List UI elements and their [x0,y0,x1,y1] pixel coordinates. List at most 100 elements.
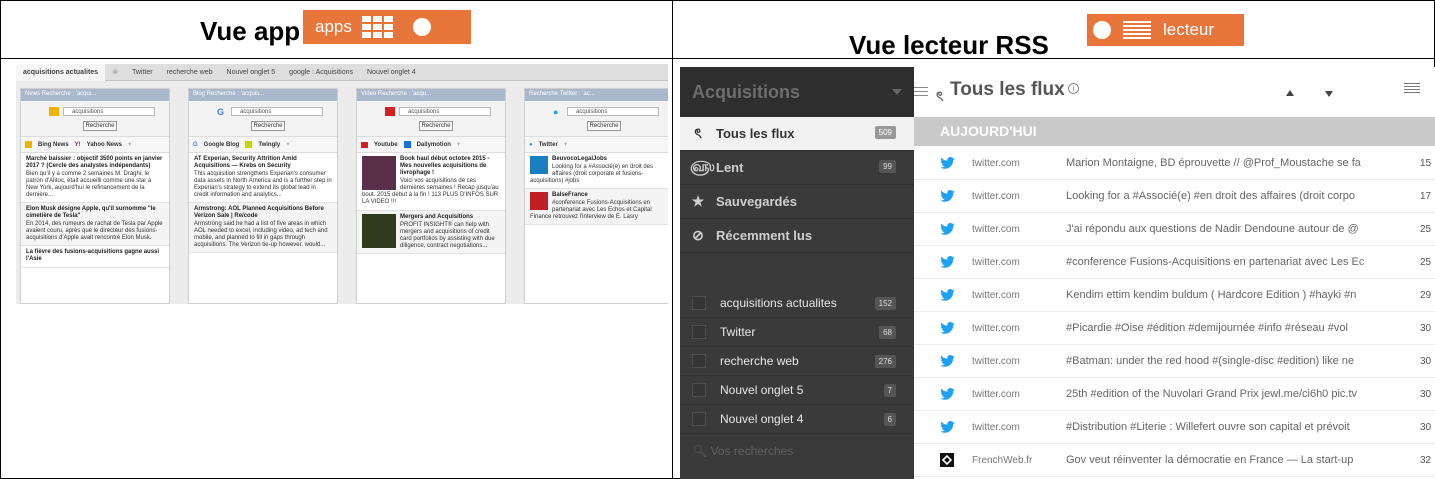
search-button[interactable]: Recherche [587,121,621,131]
twitter-bird-icon [940,223,955,235]
sidebar-feed[interactable]: recherche web 276 [680,347,914,376]
menu-handle-icon[interactable] [914,87,928,99]
feed-label: recherche web [720,354,799,368]
feed-checkbox[interactable] [692,325,706,339]
sidebar-item-saved[interactable]: ★ Sauvegardés [680,185,914,219]
sidebar-feed[interactable]: Nouvel onglet 4 6 [680,405,914,434]
feed-item[interactable]: FrenchWeb.fr Gov veut réinventer la démoc… [914,444,1435,477]
twitter-bird-icon [940,256,955,268]
feed-item[interactable]: twitter.com J'ai répondu aux questions de… [914,213,1435,246]
feed-label: Nouvel onglet 4 [720,412,804,426]
sidebar-item-slow[interactable]: ௵ Lent 99 [680,151,914,185]
next-item-icon[interactable] [1325,91,1333,97]
text-fade [1354,147,1416,179]
list-view-icon[interactable] [1404,83,1420,95]
source-tabs: Bing News Y! Yahoo News + [21,137,169,153]
search-input[interactable]: acquisitions [63,107,155,116]
search-input[interactable]: acquisitions [231,107,323,116]
add-source-icon[interactable]: + [128,142,132,148]
twitter-bird-icon [940,388,955,400]
feed-item[interactable]: twitter.com #Distribution #Literie : Will… [914,411,1435,444]
feed-item[interactable]: twitter.com 25th #edition of the Nuvolari… [914,378,1435,411]
feed-item[interactable]: twitter.com #Picardie #Oise #édition #dem… [914,312,1435,345]
video-thumbnail[interactable] [362,156,396,190]
list-item[interactable]: AT Experian, Security Attrition Amid Acq… [189,153,337,203]
sidebar-feed[interactable]: Twitter 68 [680,318,914,347]
rss-reader-screenshot: Acquisitions ৎ Tous les flux 509 ௵ Lent … [680,67,1435,479]
chevron-down-icon[interactable] [892,89,902,95]
list-item[interactable]: BeuvocoLegalJobs Looking for a #Associé(… [525,153,668,189]
lecteur-toggle: lecteur [1087,14,1244,46]
app-tab[interactable]: recherche web [160,69,220,76]
app-tab[interactable]: Nouvel onglet 4 [360,69,423,76]
source-tab[interactable]: Twingly [258,142,280,148]
item-source: twitter.com [972,421,1020,433]
feed-checkbox[interactable] [692,383,706,397]
feed-checkbox[interactable] [692,354,706,368]
search-button[interactable]: Recherche [251,121,285,131]
lecteur-label: lecteur [1163,20,1215,39]
dailymotion-icon [403,141,411,148]
source-tab[interactable]: Dailymotion [417,142,451,148]
toggle-dot-icon [412,18,431,36]
count-badge: 68 [879,326,896,339]
item-time: 30 [1420,388,1432,400]
list-item[interactable]: Armstrong: AOL Planned Acquisitions Befo… [189,203,337,253]
header-divider [0,58,1435,59]
sidebar-item-all-feeds[interactable]: ৎ Tous les flux 509 [680,117,914,151]
toggle-dot-icon [1093,21,1111,39]
feed-item[interactable]: twitter.com #Batman: under the red hood #… [914,345,1435,378]
sidebar-title[interactable]: Acquisitions [680,67,914,117]
list-item[interactable]: La fièvre des fusions-acquisitions gagne… [21,246,169,268]
list-item[interactable]: BalseFrance #conference Fusions-Acquisit… [525,189,668,225]
sidebar-item-recently-read[interactable]: ⊘ Récemment lus [680,219,914,253]
feed-item[interactable]: twitter.com Marion Montaigne, BD éprouvet… [914,147,1435,180]
item-body: This acquisition strengthens Experian's … [194,171,332,198]
search-placeholder: Vos recherches [710,444,794,458]
search-input[interactable]: acquisitions [567,107,659,116]
add-source-icon[interactable]: + [564,142,568,148]
list-item[interactable]: Book haul début octobre 2015 - Mes nouve… [357,153,505,211]
add-source-icon[interactable]: + [286,142,290,148]
app-tab-close-icon[interactable]: ⊗ [105,68,125,76]
search-input[interactable]: 🔍︎ Vos recherches [692,444,793,458]
search-button[interactable]: Recherche [419,121,453,131]
feed-item[interactable]: twitter.com #conference Fusions-Acquisiti… [914,246,1435,279]
item-time: 25 [1420,256,1432,268]
app-tab[interactable]: google : Acquisitions [282,69,360,76]
source-tab[interactable]: Bing News [38,142,69,148]
app-tab[interactable]: Twitter [125,69,160,76]
info-icon[interactable]: i [1068,83,1079,94]
source-tab[interactable]: Yahoo News [87,142,122,148]
app-tab[interactable]: acquisitions actualites [16,64,106,81]
source-tab[interactable]: Google Blog [204,142,240,148]
sidebar-feed[interactable]: acquisitions actualites 152 [680,289,914,318]
text-fade [1354,213,1416,245]
item-source: twitter.com [972,190,1020,202]
search-input[interactable]: acquisitions [399,107,491,116]
source-tab[interactable]: Youtube [374,142,398,148]
feed-checkbox[interactable] [692,412,706,426]
text-fade [1354,411,1416,443]
column-search: acquisitions Recherche [357,101,505,137]
list-item[interactable]: Mergers and Acquisitions PROFIT INSIGHT®… [357,211,505,254]
add-source-icon[interactable]: + [457,142,461,148]
yahoo-icon: Y! [74,141,81,148]
search-button[interactable]: Recherche [83,121,117,131]
feed-checkbox[interactable] [692,296,706,310]
app-tab[interactable]: Nouvel onglet 5 [220,69,283,76]
feed-item[interactable]: twitter.com Looking for a #Associé(e) #en… [914,180,1435,213]
sidebar-feed[interactable]: Nouvel onglet 5 7 [680,376,914,405]
item-time: 17 [1420,190,1432,202]
sidebar-item-label: Récemment lus [716,228,813,243]
video-thumbnail[interactable] [362,214,396,248]
column-header: News Recherche : 'acqui... [21,89,169,101]
column-search: G acquisitions Recherche [189,101,337,137]
video-column: Video Recherche : 'acqu... acquisitions … [356,88,506,304]
list-item[interactable]: Marché baissier : objectif 3500 points e… [21,153,169,203]
previous-item-icon[interactable] [1286,90,1294,96]
source-tab[interactable]: Twitter [539,142,558,148]
twitter-bird-icon [940,322,955,334]
feed-item[interactable]: twitter.com Kendim ettim kendim buldum ( … [914,279,1435,312]
list-item[interactable]: Elon Musk désigne Apple, qu'il surnomme … [21,203,169,246]
